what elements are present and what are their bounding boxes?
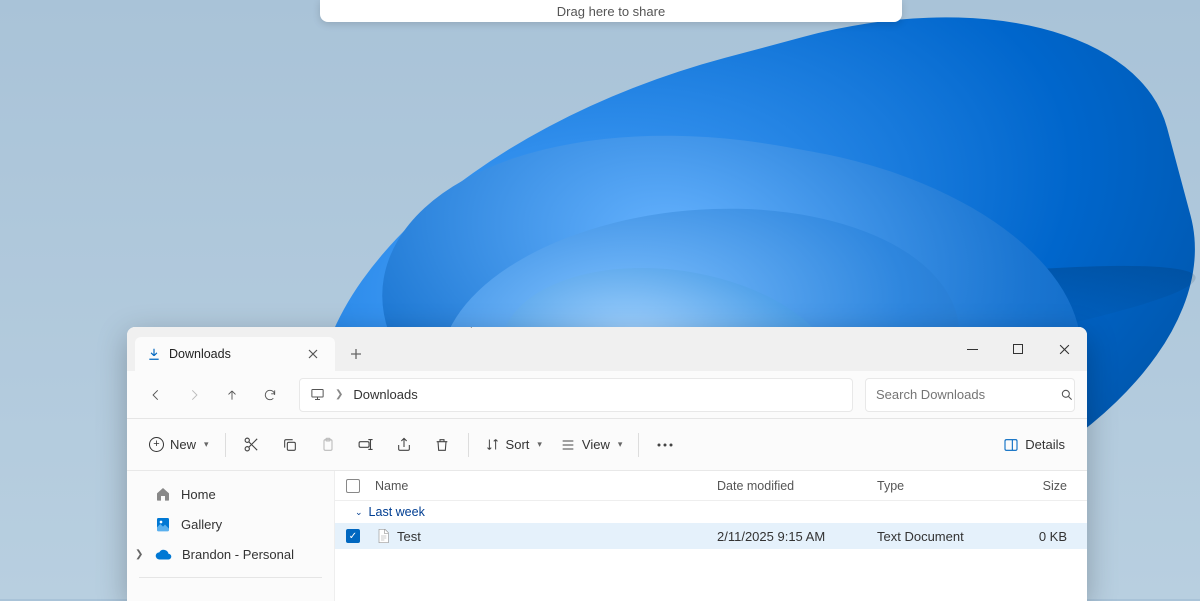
- search-icon: [1060, 388, 1074, 402]
- command-toolbar: + New ▾ ↖ Sort ▾ View ▾ Details: [127, 419, 1087, 471]
- chevron-right-icon[interactable]: ❯: [135, 549, 143, 560]
- tab-title: Downloads: [169, 347, 231, 361]
- chevron-down-icon: ▾: [537, 439, 542, 450]
- arrow-right-icon: [187, 388, 201, 402]
- trash-icon: [434, 437, 450, 453]
- new-tab-button[interactable]: [341, 339, 371, 369]
- chevron-down-icon: ⌄: [355, 507, 363, 518]
- details-label: Details: [1025, 437, 1065, 452]
- ellipsis-icon: [657, 443, 673, 447]
- select-all-checkbox[interactable]: [335, 479, 371, 493]
- address-row: ❯ Downloads: [127, 371, 1087, 419]
- file-date: 2/11/2025 9:15 AM: [717, 529, 877, 544]
- sort-icon: [485, 437, 500, 452]
- file-name: Test: [397, 529, 421, 544]
- navigation-sidebar: Home Gallery ❯ Brandon - Personal: [127, 471, 335, 601]
- chevron-down-icon: ▾: [618, 439, 623, 450]
- tab-close-button[interactable]: [303, 344, 323, 364]
- plus-circle-icon: +: [149, 437, 164, 452]
- maximize-icon: [1013, 344, 1023, 354]
- sidebar-gallery-label: Gallery: [181, 517, 222, 532]
- breadcrumb-location[interactable]: Downloads: [353, 387, 417, 402]
- file-row-test[interactable]: ✓ Test 2/11/2025 9:15 AM Text Document 0…: [335, 523, 1087, 549]
- minimize-button[interactable]: [949, 327, 995, 371]
- search-input[interactable]: [876, 387, 1052, 402]
- copy-icon: [282, 437, 298, 453]
- download-icon: [147, 347, 161, 361]
- scissors-icon: [243, 436, 260, 453]
- group-label: Last week: [369, 505, 425, 519]
- view-label: View: [582, 437, 610, 452]
- more-button[interactable]: [647, 429, 683, 461]
- copy-button[interactable]: [272, 429, 308, 461]
- chevron-down-icon: ▾: [204, 439, 209, 450]
- sidebar-item-home[interactable]: Home: [127, 479, 334, 509]
- cloud-icon: [155, 546, 172, 563]
- back-button[interactable]: [139, 378, 173, 412]
- search-box[interactable]: [865, 378, 1075, 412]
- this-pc-icon: [310, 387, 325, 402]
- tab-strip: Downloads: [127, 327, 1087, 371]
- delete-button[interactable]: ↖: [424, 429, 460, 461]
- sidebar-item-gallery[interactable]: Gallery: [127, 509, 334, 539]
- paste-button[interactable]: [310, 429, 346, 461]
- row-checkbox[interactable]: ✓: [335, 529, 371, 543]
- arrow-left-icon: [149, 388, 163, 402]
- maximize-button[interactable]: [995, 327, 1041, 371]
- file-explorer-window: Downloads ❯ Downloads +: [127, 327, 1087, 601]
- details-pane-button[interactable]: Details: [995, 429, 1073, 461]
- sort-label: Sort: [506, 437, 530, 452]
- file-list: Name Date modified Type Size ⌄ Last week…: [335, 471, 1087, 601]
- view-button[interactable]: View ▾: [552, 429, 630, 461]
- file-type: Text Document: [877, 529, 1007, 544]
- main-area: Home Gallery ❯ Brandon - Personal Name D…: [127, 471, 1087, 601]
- text-file-icon: [375, 528, 391, 544]
- address-bar[interactable]: ❯ Downloads: [299, 378, 853, 412]
- window-controls: [949, 327, 1087, 371]
- new-label: New: [170, 437, 196, 452]
- gallery-icon: [155, 516, 171, 532]
- group-header-last-week[interactable]: ⌄ Last week: [335, 501, 1087, 523]
- share-drop-bar[interactable]: Drag here to share: [320, 0, 902, 22]
- share-icon: [396, 437, 412, 453]
- refresh-icon: [263, 388, 277, 402]
- up-button[interactable]: [215, 378, 249, 412]
- share-button[interactable]: [386, 429, 422, 461]
- list-icon: [560, 437, 576, 453]
- close-window-button[interactable]: [1041, 327, 1087, 371]
- column-name[interactable]: Name: [371, 479, 717, 493]
- rename-icon: [357, 436, 374, 453]
- column-headers: Name Date modified Type Size: [335, 471, 1087, 501]
- sidebar-onedrive-label: Brandon - Personal: [182, 547, 294, 562]
- sidebar-home-label: Home: [181, 487, 216, 502]
- details-pane-icon: [1003, 437, 1019, 453]
- rename-button[interactable]: [348, 429, 384, 461]
- cut-button[interactable]: [234, 429, 270, 461]
- minimize-icon: [967, 349, 978, 350]
- arrow-up-icon: [225, 388, 239, 402]
- clipboard-icon: [320, 437, 336, 453]
- share-drop-label: Drag here to share: [557, 4, 665, 19]
- column-size[interactable]: Size: [1007, 479, 1087, 493]
- tab-downloads[interactable]: Downloads: [135, 337, 335, 371]
- close-icon: [308, 349, 318, 359]
- new-button[interactable]: + New ▾: [141, 429, 217, 461]
- checkmark-icon: ✓: [346, 529, 360, 543]
- plus-icon: [350, 348, 362, 360]
- column-date[interactable]: Date modified: [717, 479, 877, 493]
- refresh-button[interactable]: [253, 378, 287, 412]
- home-icon: [155, 486, 171, 502]
- sidebar-item-onedrive[interactable]: ❯ Brandon - Personal: [127, 539, 334, 569]
- breadcrumb-separator: ❯: [335, 389, 343, 400]
- file-size: 0 KB: [1007, 529, 1087, 544]
- close-icon: [1059, 344, 1070, 355]
- column-type[interactable]: Type: [877, 479, 1007, 493]
- forward-button[interactable]: [177, 378, 211, 412]
- sort-button[interactable]: Sort ▾: [477, 429, 550, 461]
